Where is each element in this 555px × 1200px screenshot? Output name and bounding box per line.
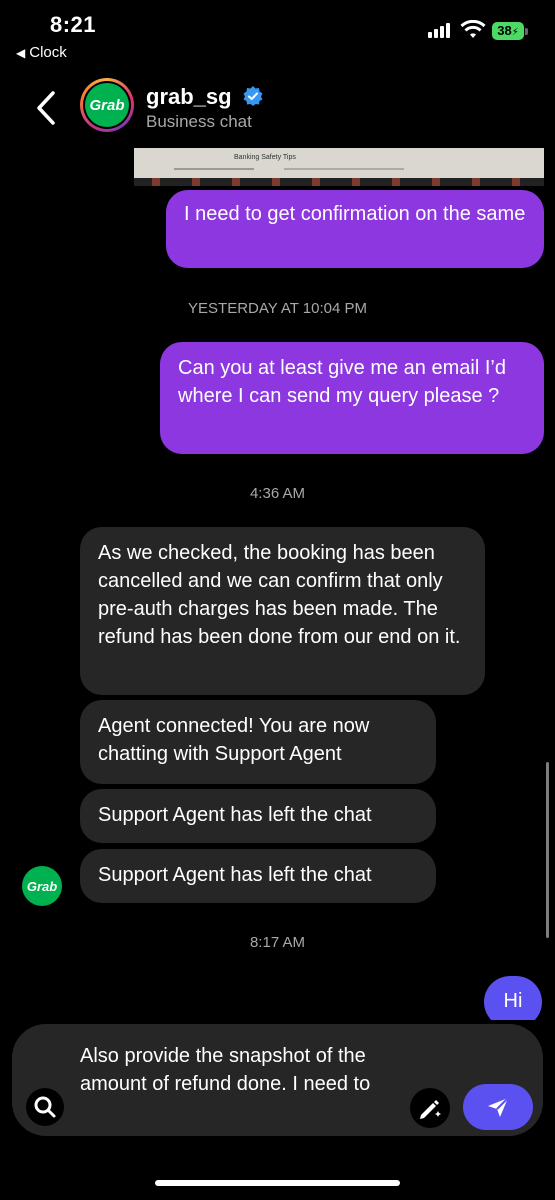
message-bubble-outgoing[interactable]: Hi bbox=[484, 976, 542, 1020]
grab-logo: Grab bbox=[85, 83, 129, 127]
home-indicator[interactable] bbox=[155, 1180, 400, 1186]
message-bubble-incoming[interactable]: Support Agent has left the chat bbox=[80, 789, 436, 843]
message-thread[interactable]: Banking Safety Tips I need to get confir… bbox=[0, 148, 555, 1020]
battery-level: 38 bbox=[497, 23, 512, 38]
back-to-app-link[interactable]: ◀ Clock bbox=[16, 44, 67, 61]
message-composer: Also provide the snapshot of the amount … bbox=[12, 1024, 543, 1136]
pen-sparkle-icon bbox=[420, 1100, 441, 1119]
message-input[interactable]: Also provide the snapshot of the amount … bbox=[80, 1042, 400, 1098]
message-bubble-outgoing[interactable]: Can you at least give me an email I’d wh… bbox=[160, 342, 544, 454]
back-app-label: Clock bbox=[29, 44, 67, 61]
back-triangle-icon: ◀ bbox=[16, 46, 26, 60]
account-subtitle: Business chat bbox=[146, 112, 252, 131]
profile-avatar[interactable]: Grab bbox=[80, 78, 134, 132]
status-bar: 8:21 ◀ Clock 38⚡ bbox=[0, 0, 555, 70]
image-caption: Banking Safety Tips bbox=[234, 154, 296, 161]
scrollbar[interactable] bbox=[546, 762, 549, 938]
send-button[interactable] bbox=[463, 1084, 533, 1130]
message-bubble-incoming[interactable]: As we checked, the booking has been canc… bbox=[80, 527, 485, 695]
message-timestamp: 4:36 AM bbox=[249, 485, 306, 502]
verified-badge-icon bbox=[243, 86, 263, 106]
search-button[interactable] bbox=[26, 1088, 64, 1126]
back-chevron-icon[interactable] bbox=[33, 90, 59, 126]
cellular-signal-icon bbox=[428, 22, 454, 38]
chat-header: Grab grab_sg Business chat bbox=[0, 70, 555, 148]
ai-write-button[interactable] bbox=[410, 1088, 450, 1128]
send-icon bbox=[488, 1097, 509, 1117]
shared-image-message[interactable]: Banking Safety Tips bbox=[134, 148, 544, 186]
battery-icon: 38⚡ bbox=[492, 22, 524, 40]
message-bubble-incoming[interactable]: Agent connected! You are now chatting wi… bbox=[80, 700, 436, 784]
message-timestamp: 8:17 AM bbox=[249, 934, 306, 951]
account-name[interactable]: grab_sg bbox=[146, 84, 232, 110]
message-bubble-incoming[interactable]: Support Agent has left the chat bbox=[80, 849, 436, 903]
message-bubble-outgoing[interactable]: I need to get confirmation on the same bbox=[166, 190, 544, 268]
battery-cap bbox=[525, 28, 528, 35]
wifi-icon bbox=[460, 20, 486, 38]
search-icon bbox=[34, 1096, 56, 1118]
status-time: 8:21 bbox=[50, 12, 97, 37]
message-timestamp: YESTERDAY AT 10:04 PM bbox=[188, 300, 367, 317]
sender-avatar[interactable]: Grab bbox=[22, 866, 62, 906]
